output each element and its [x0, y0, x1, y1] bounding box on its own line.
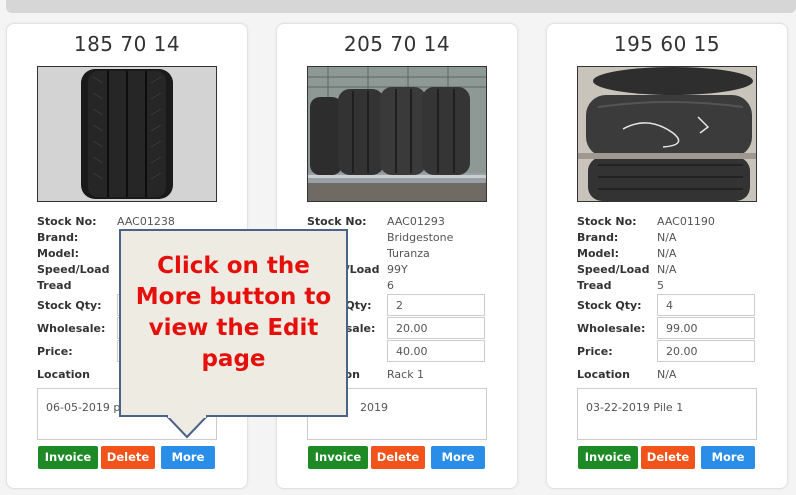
tire-photo[interactable] [37, 66, 217, 202]
tire-size-title: 185 70 14 [73, 32, 181, 56]
brand-value: Bridgestone [387, 231, 454, 244]
location-label: Location [37, 368, 90, 381]
location-value: Rack 1 [387, 368, 425, 381]
delete-button[interactable]: Delete [101, 446, 155, 469]
brand-label: Brand: [577, 231, 619, 244]
stock-qty-input[interactable] [387, 294, 485, 316]
product-card: 195 60 15 Stock No: AAC01190 Brand: N/A Mo… [546, 23, 788, 489]
callout-line: More button to [135, 284, 332, 310]
stock-qty-label: Stock Qty: [37, 299, 102, 312]
price-label: Price: [577, 345, 613, 358]
tire-photo[interactable] [307, 66, 487, 202]
location-value: N/A [657, 368, 677, 381]
tread-label: Tread [577, 279, 612, 292]
wholesale-label: Wholesale: [37, 322, 106, 335]
price-label: Price: [37, 345, 73, 358]
invoice-button[interactable]: Invoice [308, 446, 368, 469]
more-button[interactable]: More [431, 446, 485, 469]
location-label: Location [577, 368, 630, 381]
tread-value: 5 [657, 279, 664, 292]
callout-line: page [201, 346, 266, 372]
stock-no-label: Stock No: [307, 215, 367, 228]
wholesale-label: Wholesale: [577, 322, 646, 335]
tread-label: Tread [37, 279, 72, 292]
model-label: Model: [37, 247, 80, 260]
speed-load-label: Speed/Load [577, 263, 650, 276]
tire-info: Stock No: AAC01190 Brand: N/A Model: N/A Sp… [577, 214, 757, 294]
speed-load-label: Speed/Load [37, 263, 110, 276]
tire-size-title: 195 60 15 [613, 32, 721, 56]
tread-value: 6 [387, 279, 394, 292]
top-bar [6, 0, 796, 13]
stock-no-value: AAC01293 [387, 215, 445, 228]
callout-line: Click on the [157, 253, 310, 279]
model-label: Model: [577, 247, 620, 260]
speed-load-value: N/A [657, 263, 677, 276]
stock-qty-label: Stock Qty: [577, 299, 642, 312]
stock-no-label: Stock No: [37, 215, 97, 228]
price-input[interactable] [387, 340, 485, 362]
delete-button[interactable]: Delete [641, 446, 695, 469]
price-input[interactable] [657, 340, 755, 362]
brand-value: N/A [657, 231, 677, 244]
tire-photo[interactable] [577, 66, 757, 202]
model-value: N/A [657, 247, 677, 260]
model-value: Turanza [387, 247, 430, 260]
instruction-callout: Click on the More button to view the Edi… [119, 229, 348, 439]
more-button[interactable]: More [161, 446, 215, 469]
callout-pointer-icon [166, 415, 208, 439]
delete-button[interactable]: Delete [371, 446, 425, 469]
stock-no-label: Stock No: [577, 215, 637, 228]
more-button[interactable]: More [701, 446, 755, 469]
invoice-button[interactable]: Invoice [38, 446, 98, 469]
tire-size-title: 205 70 14 [343, 32, 451, 56]
notes-text: 2019 [360, 401, 388, 414]
invoice-button[interactable]: Invoice [578, 446, 638, 469]
notes-textarea[interactable]: 03-22-2019 Pile 1 [577, 388, 757, 440]
callout-line: view the Edit [148, 315, 319, 341]
callout-text: Click on the More button to view the Edi… [121, 251, 346, 375]
speed-load-value: 99Y [387, 263, 408, 276]
stock-no-value: AAC01238 [117, 215, 175, 228]
stock-no-value: AAC01190 [657, 215, 715, 228]
wholesale-input[interactable] [387, 317, 485, 339]
brand-label: Brand: [37, 231, 79, 244]
wholesale-input[interactable] [657, 317, 755, 339]
stock-qty-input[interactable] [657, 294, 755, 316]
